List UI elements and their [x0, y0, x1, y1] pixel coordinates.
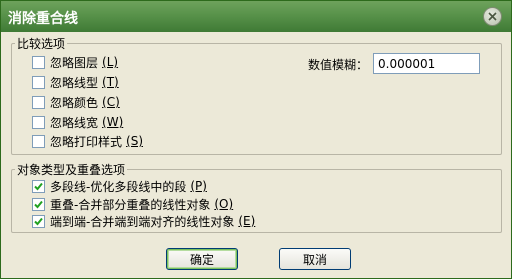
hotkey-label: (C) — [102, 95, 120, 109]
tolerance-input[interactable] — [373, 53, 480, 74]
checkbox-box[interactable] — [32, 197, 45, 211]
ok-button[interactable]: 确定 — [166, 248, 238, 270]
checkbox-ignore-plotstyle[interactable]: 忽略打印样式 (S) — [32, 133, 143, 149]
checkbox-box[interactable] — [32, 134, 45, 148]
checkmark-icon — [34, 217, 43, 225]
checkbox-box[interactable] — [32, 179, 45, 193]
hotkey-label: (E) — [238, 214, 256, 228]
hotkey-label: (L) — [102, 55, 119, 69]
hotkey-label: (W) — [102, 115, 124, 129]
checkmark-icon — [34, 182, 43, 190]
checkbox-label: 多段线-优化多段线中的段 — [50, 179, 187, 194]
checkbox-box[interactable] — [32, 55, 45, 69]
hotkey-label: (T) — [102, 75, 119, 89]
hotkey-label: (P) — [190, 179, 207, 193]
cancel-button[interactable]: 取消 — [279, 248, 351, 270]
checkbox-overlap-merge[interactable]: 重叠-合并部分重叠的线性对象 (O) — [32, 196, 233, 212]
dialog-window: 消除重合线 比较选项 忽略图层 (L) 忽略线型 (T) 忽略颜色 (C) 忽略… — [0, 0, 512, 279]
checkbox-box[interactable] — [32, 95, 45, 109]
checkbox-label: 忽略颜色 — [50, 95, 99, 110]
close-icon — [488, 12, 497, 21]
object-options-legend: 对象类型及重叠选项 — [15, 161, 128, 178]
checkmark-icon — [34, 200, 43, 208]
tolerance-label: 数值模糊： — [308, 58, 369, 72]
close-button[interactable] — [483, 7, 502, 26]
title-bar[interactable]: 消除重合线 — [1, 1, 511, 32]
checkbox-ignore-color[interactable]: 忽略颜色 (C) — [32, 94, 120, 110]
checkbox-box[interactable] — [32, 214, 45, 228]
checkbox-label: 忽略线宽 — [50, 115, 99, 130]
checkbox-ignore-layer[interactable]: 忽略图层 (L) — [32, 54, 118, 70]
checkbox-label: 端到端-合并端到端对齐的线性对象 — [50, 214, 235, 229]
hotkey-label: (S) — [126, 134, 143, 148]
checkbox-label: 忽略线型 — [50, 75, 99, 90]
checkbox-end-to-end-merge[interactable]: 端到端-合并端到端对齐的线性对象 (E) — [32, 213, 255, 229]
checkbox-ignore-lineweight[interactable]: 忽略线宽 (W) — [32, 114, 123, 130]
checkbox-box[interactable] — [32, 115, 45, 129]
compare-options-legend: 比较选项 — [15, 35, 68, 52]
checkbox-label: 忽略打印样式 — [50, 134, 123, 149]
checkbox-polyline-optimize[interactable]: 多段线-优化多段线中的段 (P) — [32, 178, 207, 194]
hotkey-label: (O) — [214, 197, 234, 211]
checkbox-label: 重叠-合并部分重叠的线性对象 — [50, 197, 211, 212]
checkbox-label: 忽略图层 — [50, 55, 99, 70]
checkbox-ignore-linetype[interactable]: 忽略线型 (T) — [32, 74, 119, 90]
checkbox-box[interactable] — [32, 75, 45, 89]
window-title: 消除重合线 — [8, 11, 78, 27]
